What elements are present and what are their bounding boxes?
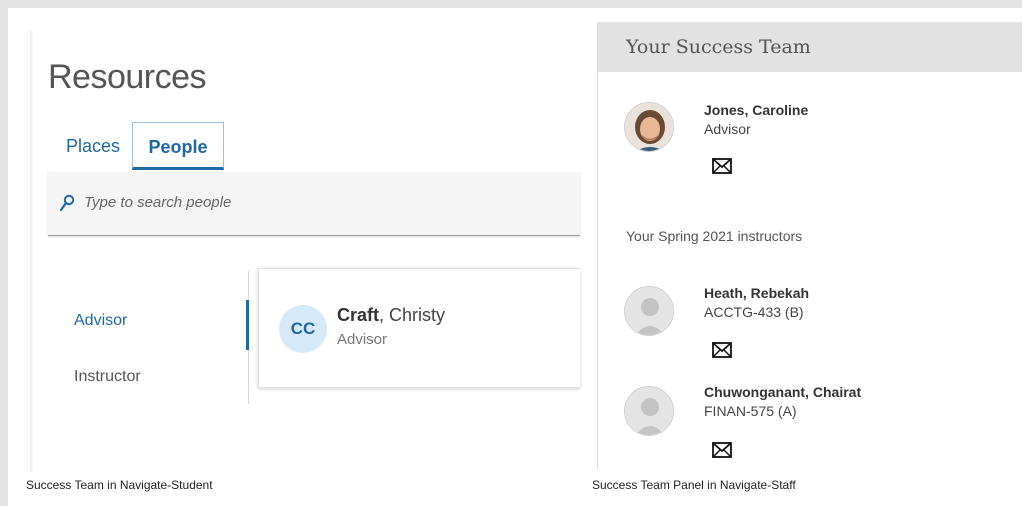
- person-placeholder-icon: [625, 387, 673, 435]
- search-placeholder: Type to search people: [84, 194, 232, 211]
- advisor-photo-graphic: [625, 103, 673, 151]
- person-placeholder-icon: [625, 287, 673, 335]
- person-last-name: Craft: [337, 305, 380, 325]
- email-icon[interactable]: [712, 442, 732, 458]
- caption-student: Success Team in Navigate-Student: [26, 478, 213, 492]
- staff-success-team-panel: Your Success Team Jones, Caroline Adviso…: [597, 22, 1022, 470]
- caption-staff: Success Team Panel in Navigate-Staff: [592, 478, 796, 492]
- active-category-indicator: [246, 300, 249, 350]
- email-icon[interactable]: [712, 342, 732, 358]
- instructor-course: FINAN-575 (A): [704, 403, 797, 419]
- category-advisor[interactable]: Advisor: [74, 312, 127, 330]
- advisor-card[interactable]: CC Craft, Christy Advisor: [258, 268, 580, 388]
- instructor-avatar-placeholder: [624, 286, 674, 336]
- person-name: Craft, Christy: [337, 305, 445, 326]
- panel-shadow: [30, 30, 34, 472]
- avatar-initials: CC: [279, 305, 327, 353]
- instructor-avatar-placeholder: [624, 386, 674, 436]
- advisor-role: Advisor: [704, 121, 751, 137]
- student-resources-panel: Resources Places People Type to search p…: [30, 30, 580, 472]
- tab-people[interactable]: People: [132, 122, 224, 170]
- advisor-name: Jones, Caroline: [704, 102, 809, 118]
- panel-header: Your Success Team: [598, 22, 1022, 72]
- person-role: Advisor: [337, 331, 388, 348]
- instructors-section-label: Your Spring 2021 instructors: [626, 228, 803, 244]
- instructor-name: Chuwonganant, Chairat: [704, 384, 862, 400]
- person-first-name: , Christy: [379, 305, 446, 325]
- search-icon: [59, 194, 75, 212]
- tab-places[interactable]: Places: [66, 122, 120, 170]
- email-icon[interactable]: [712, 158, 732, 174]
- search-people-input[interactable]: Type to search people: [48, 172, 580, 236]
- advisor-photo: [624, 102, 674, 152]
- instructor-course: ACCTG-433 (B): [704, 304, 804, 320]
- instructor-name: Heath, Rebekah: [704, 285, 810, 301]
- category-instructor[interactable]: Instructor: [74, 368, 141, 386]
- page-title: Resources: [48, 58, 207, 96]
- panel-title: Your Success Team: [626, 36, 811, 58]
